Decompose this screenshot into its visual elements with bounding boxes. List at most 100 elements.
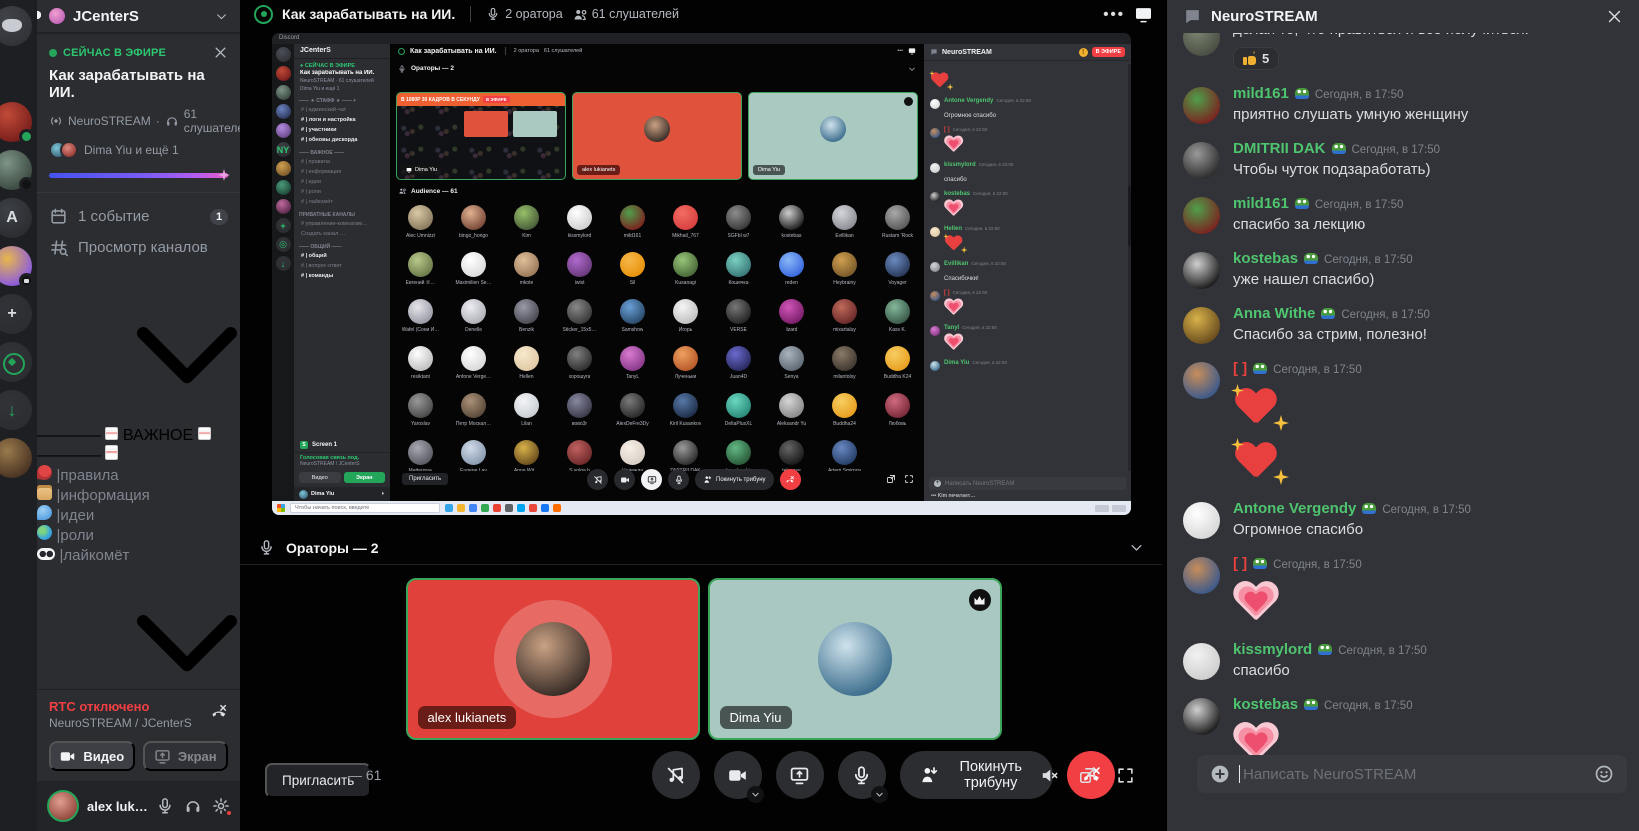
headphones-icon[interactable] xyxy=(184,797,202,815)
channel-row[interactable]: ПРИВАТНЫЕ КАНАЛЫ xyxy=(37,565,240,689)
audience-member: Alec Umnizzi xyxy=(394,202,447,249)
inner-user-name: Dima Yiu xyxy=(311,491,377,497)
speaker-tile[interactable]: Dima Yiu xyxy=(708,578,1002,740)
attach-plus-icon[interactable] xyxy=(1210,764,1230,784)
message-author[interactable]: kostebas xyxy=(1233,696,1298,713)
disconnect-icon[interactable] xyxy=(210,703,228,721)
chat-input[interactable] xyxy=(1241,755,1583,793)
chat-message[interactable]: Anna Withe Сегодня, в 17:50 Спасибо за с… xyxy=(1183,305,1623,345)
server-icon[interactable] xyxy=(0,54,32,94)
mute-stream-icon[interactable] xyxy=(1040,766,1059,785)
events-row[interactable]: 1 событие 1 xyxy=(37,201,240,232)
user-name[interactable]: alex lukian… xyxy=(87,799,148,814)
message-author[interactable]: kissmylord xyxy=(1233,641,1312,658)
server-icon[interactable] xyxy=(0,6,32,46)
message-author[interactable]: kostebas xyxy=(1233,250,1298,267)
popout-icon[interactable] xyxy=(1078,766,1097,785)
audience-name: вово3r xyxy=(572,421,587,427)
close-chat-button[interactable] xyxy=(1606,8,1623,26)
server-icon[interactable] xyxy=(0,438,32,478)
audience-name: Kiril Kusankov xyxy=(670,421,702,427)
speaker-tile[interactable]: alex lukianets xyxy=(406,578,700,740)
scrollbar[interactable] xyxy=(1128,64,1131,471)
inner-video-button: Видео xyxy=(299,472,341,483)
rtc-location[interactable]: NeuroSTREAM / JCenterS xyxy=(49,716,210,730)
audience-name: Antone Verge… xyxy=(456,374,491,380)
pepe-badge-icon xyxy=(1253,363,1267,374)
rtc-status: RTC отключено xyxy=(49,699,210,714)
chat-message[interactable]: [ ] Сегодня, в 17:50 xyxy=(1183,555,1623,626)
server-icon[interactable] xyxy=(0,150,32,190)
channel-row[interactable]: |информация xyxy=(37,485,240,505)
screen-share-button[interactable]: Экран xyxy=(143,741,229,771)
pepe-badge-icon xyxy=(1253,558,1267,569)
server-icon[interactable] xyxy=(0,342,32,382)
chat-message[interactable]: делай то, что нравиться и все получиться… xyxy=(1183,33,1623,70)
stream-view[interactable]: Discord NY+◎↓ SScreen 1 Голосовая связь … xyxy=(272,33,1131,515)
speakers-section-header[interactable]: Ораторы — 2 xyxy=(240,531,1162,565)
avatar xyxy=(1183,698,1220,735)
chat-message[interactable]: mild161 Сегодня, в 17:50 спасибо за лекц… xyxy=(1183,195,1623,235)
channel-row[interactable]: |лайкомёт xyxy=(37,545,240,565)
avatar xyxy=(567,299,592,324)
avatar[interactable] xyxy=(47,790,79,822)
live-event-card[interactable]: СЕЙЧАС В ЭФИРЕ Как зарабатывать на ИИ. N… xyxy=(37,33,240,193)
message-author[interactable]: DMITRII DAK xyxy=(1233,140,1326,157)
audience-member: DeltaPlusXL xyxy=(712,390,765,437)
avatar xyxy=(818,622,892,696)
channel-row[interactable]: ———— ВАЖНОЕ ———— xyxy=(37,277,240,465)
chat-message[interactable]: [ ] Сегодня, в 17:50 xyxy=(1183,360,1623,485)
mic-icon[interactable] xyxy=(156,797,174,815)
fullscreen-icon[interactable] xyxy=(1116,766,1135,785)
leave-stage-button[interactable]: Покинуть трибуну xyxy=(900,751,1054,799)
chat-message[interactable]: kissmylord Сегодня, в 17:50 спасибо xyxy=(1183,641,1623,681)
server-icon[interactable]: A xyxy=(0,198,32,238)
server-header[interactable]: JCenterS xyxy=(37,0,240,33)
avatar xyxy=(930,227,940,237)
close-icon[interactable] xyxy=(213,45,228,60)
server-icon[interactable] xyxy=(0,102,32,142)
avatar xyxy=(930,163,940,173)
taskbar-app-icon xyxy=(469,504,477,512)
channel-row[interactable]: |роли xyxy=(37,525,240,545)
message-author[interactable]: [ ] xyxy=(1233,555,1247,572)
discord-app: A + xyxy=(0,0,1639,831)
chat-message[interactable]: kostebas Сегодня, в 17:50 xyxy=(1183,696,1623,755)
audience-member: Lilan xyxy=(500,390,553,437)
mic-options-chevron[interactable] xyxy=(871,786,888,803)
mic-button[interactable] xyxy=(838,751,886,799)
message-author[interactable]: Antone Vergendy xyxy=(1233,500,1356,517)
camera-button[interactable] xyxy=(714,751,762,799)
watching-screen-icon[interactable] xyxy=(1134,5,1153,24)
video-button[interactable]: Видео xyxy=(49,741,135,771)
inner-chat: NeuroSTREAM ! В ЭФИРЕ xyxy=(924,44,1131,501)
chat-message[interactable]: mild161 Сегодня, в 17:50 приятно слушать… xyxy=(1183,85,1623,125)
channel-row[interactable]: |идеи xyxy=(37,505,240,525)
channel-row[interactable]: |правила xyxy=(37,465,240,485)
message-author[interactable]: Anna Withe xyxy=(1233,305,1315,322)
camera-options-chevron[interactable] xyxy=(747,786,764,803)
screenshare-button[interactable] xyxy=(776,751,824,799)
server-icon[interactable]: + xyxy=(0,294,32,334)
server-icon[interactable] xyxy=(0,390,32,430)
more-options-icon[interactable]: ••• xyxy=(1103,6,1125,23)
message-author[interactable]: mild161 xyxy=(1233,195,1289,212)
emoji-picker-icon[interactable] xyxy=(1594,764,1614,784)
chat-message[interactable]: kostebas Сегодня, в 17:50 уже нашел спас… xyxy=(1183,250,1623,290)
server-icon[interactable] xyxy=(0,246,32,286)
soundboard-muted-button[interactable] xyxy=(652,751,700,799)
thumbsup-reaction[interactable]: 5 xyxy=(1233,47,1279,70)
avatar xyxy=(408,346,433,371)
audience-member: AlexDeFre3Dy xyxy=(606,390,659,437)
message-author[interactable]: mild161 xyxy=(1233,85,1289,102)
shared-screen: Discord NY+◎↓ SScreen 1 Голосовая связь … xyxy=(272,33,1131,515)
browse-channels-row[interactable]: Просмотр каналов xyxy=(37,232,240,263)
audience-name: Kusanagi xyxy=(675,280,696,286)
taskbar-app-icon xyxy=(457,504,465,512)
chevron-down-icon[interactable] xyxy=(1129,540,1144,555)
avatar xyxy=(673,299,698,324)
message-author[interactable]: [ ] xyxy=(1233,360,1247,377)
speaker-avatars xyxy=(49,141,78,159)
chat-message[interactable]: DMITRII DAK Сегодня, в 17:50 Чтобы чуток… xyxy=(1183,140,1623,180)
chat-message[interactable]: Antone Vergendy Сегодня, в 17:50 Огромно… xyxy=(1183,500,1623,540)
